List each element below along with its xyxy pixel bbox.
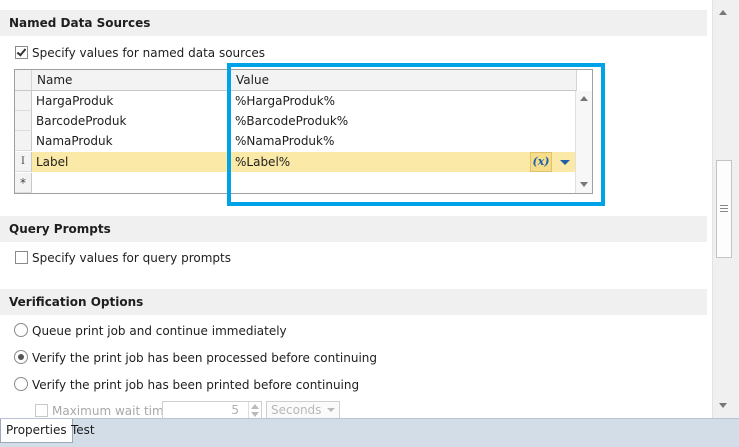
specify-query-prompts-checkbox[interactable] bbox=[15, 251, 28, 264]
named-data-sources-grid: Name Value HargaProduk %HargaProduk% Bar… bbox=[14, 69, 593, 194]
maximum-wait-time-input[interactable]: 5 bbox=[162, 401, 262, 418]
tab-properties[interactable]: Properties bbox=[0, 419, 73, 443]
new-row-marker[interactable]: * bbox=[15, 173, 32, 193]
main-scroll-down-icon[interactable] bbox=[719, 403, 727, 408]
scrollbar-thumb[interactable] bbox=[716, 160, 732, 258]
query-prompts-header: Query Prompts bbox=[0, 216, 707, 242]
grid-cell-name-active[interactable]: Label bbox=[32, 152, 231, 172]
column-header-value[interactable]: Value bbox=[231, 70, 577, 91]
wait-time-spinner[interactable] bbox=[248, 402, 262, 418]
expression-button[interactable]: (x) bbox=[530, 152, 552, 172]
grid-vertical-scrollbar[interactable] bbox=[575, 91, 592, 193]
maximum-wait-time-checkbox[interactable] bbox=[35, 404, 48, 417]
grid-cell-value-active[interactable]: %Label% bbox=[231, 152, 577, 172]
specify-query-prompts-label: Specify values for query prompts bbox=[32, 251, 231, 265]
specify-named-data-sources-checkbox[interactable] bbox=[15, 46, 28, 59]
column-header-name[interactable]: Name bbox=[32, 70, 231, 91]
grip-line bbox=[720, 205, 728, 206]
row-selector[interactable] bbox=[15, 91, 32, 111]
verification-options-header: Verification Options bbox=[0, 289, 707, 315]
grid-cell-value[interactable]: %NamaProduk% bbox=[231, 131, 547, 151]
grip-line bbox=[720, 211, 728, 212]
main-scroll-up-icon[interactable] bbox=[719, 10, 727, 15]
scroll-up-icon[interactable] bbox=[580, 96, 588, 101]
radio-verify-processed[interactable] bbox=[14, 350, 28, 364]
bottom-tab-bar: Properties Test bbox=[0, 418, 739, 447]
grid-cell-name[interactable]: NamaProduk bbox=[32, 131, 231, 151]
value-dropdown-button[interactable] bbox=[554, 152, 575, 172]
row-selector[interactable] bbox=[15, 111, 32, 131]
grid-corner-header bbox=[15, 70, 32, 91]
panel-vertical-scrollbar[interactable] bbox=[712, 0, 739, 418]
radio-queue-print-job-label: Queue print job and continue immediately bbox=[32, 324, 287, 338]
grip-line bbox=[720, 208, 728, 209]
grid-cell-value[interactable]: %HargaProduk% bbox=[231, 91, 547, 111]
radio-verify-processed-label: Verify the print job has been processed … bbox=[32, 351, 378, 365]
properties-panel: Named Data Sources Specify values for na… bbox=[0, 0, 712, 418]
maximum-wait-time-label: Maximum wait time bbox=[52, 404, 172, 418]
radio-verify-printed[interactable] bbox=[14, 377, 28, 391]
radio-verify-printed-label: Verify the print job has been printed be… bbox=[32, 378, 360, 392]
radio-queue-print-job[interactable] bbox=[14, 323, 28, 337]
tab-test[interactable]: Test bbox=[66, 419, 100, 443]
grid-cell-name[interactable]: BarcodeProduk bbox=[32, 111, 231, 131]
spin-up-icon[interactable] bbox=[251, 404, 259, 409]
row-edit-marker[interactable]: I bbox=[15, 152, 32, 172]
scroll-down-icon[interactable] bbox=[580, 182, 588, 187]
grid-cell-name[interactable]: HargaProduk bbox=[32, 91, 231, 111]
grid-cell-value[interactable]: %BarcodeProduk% bbox=[231, 111, 547, 131]
spin-down-icon[interactable] bbox=[251, 412, 259, 417]
named-data-sources-header: Named Data Sources bbox=[0, 10, 707, 36]
wait-time-unit-select[interactable]: Seconds bbox=[266, 401, 340, 418]
row-selector[interactable] bbox=[15, 131, 32, 151]
specify-named-data-sources-label: Specify values for named data sources bbox=[32, 46, 266, 60]
